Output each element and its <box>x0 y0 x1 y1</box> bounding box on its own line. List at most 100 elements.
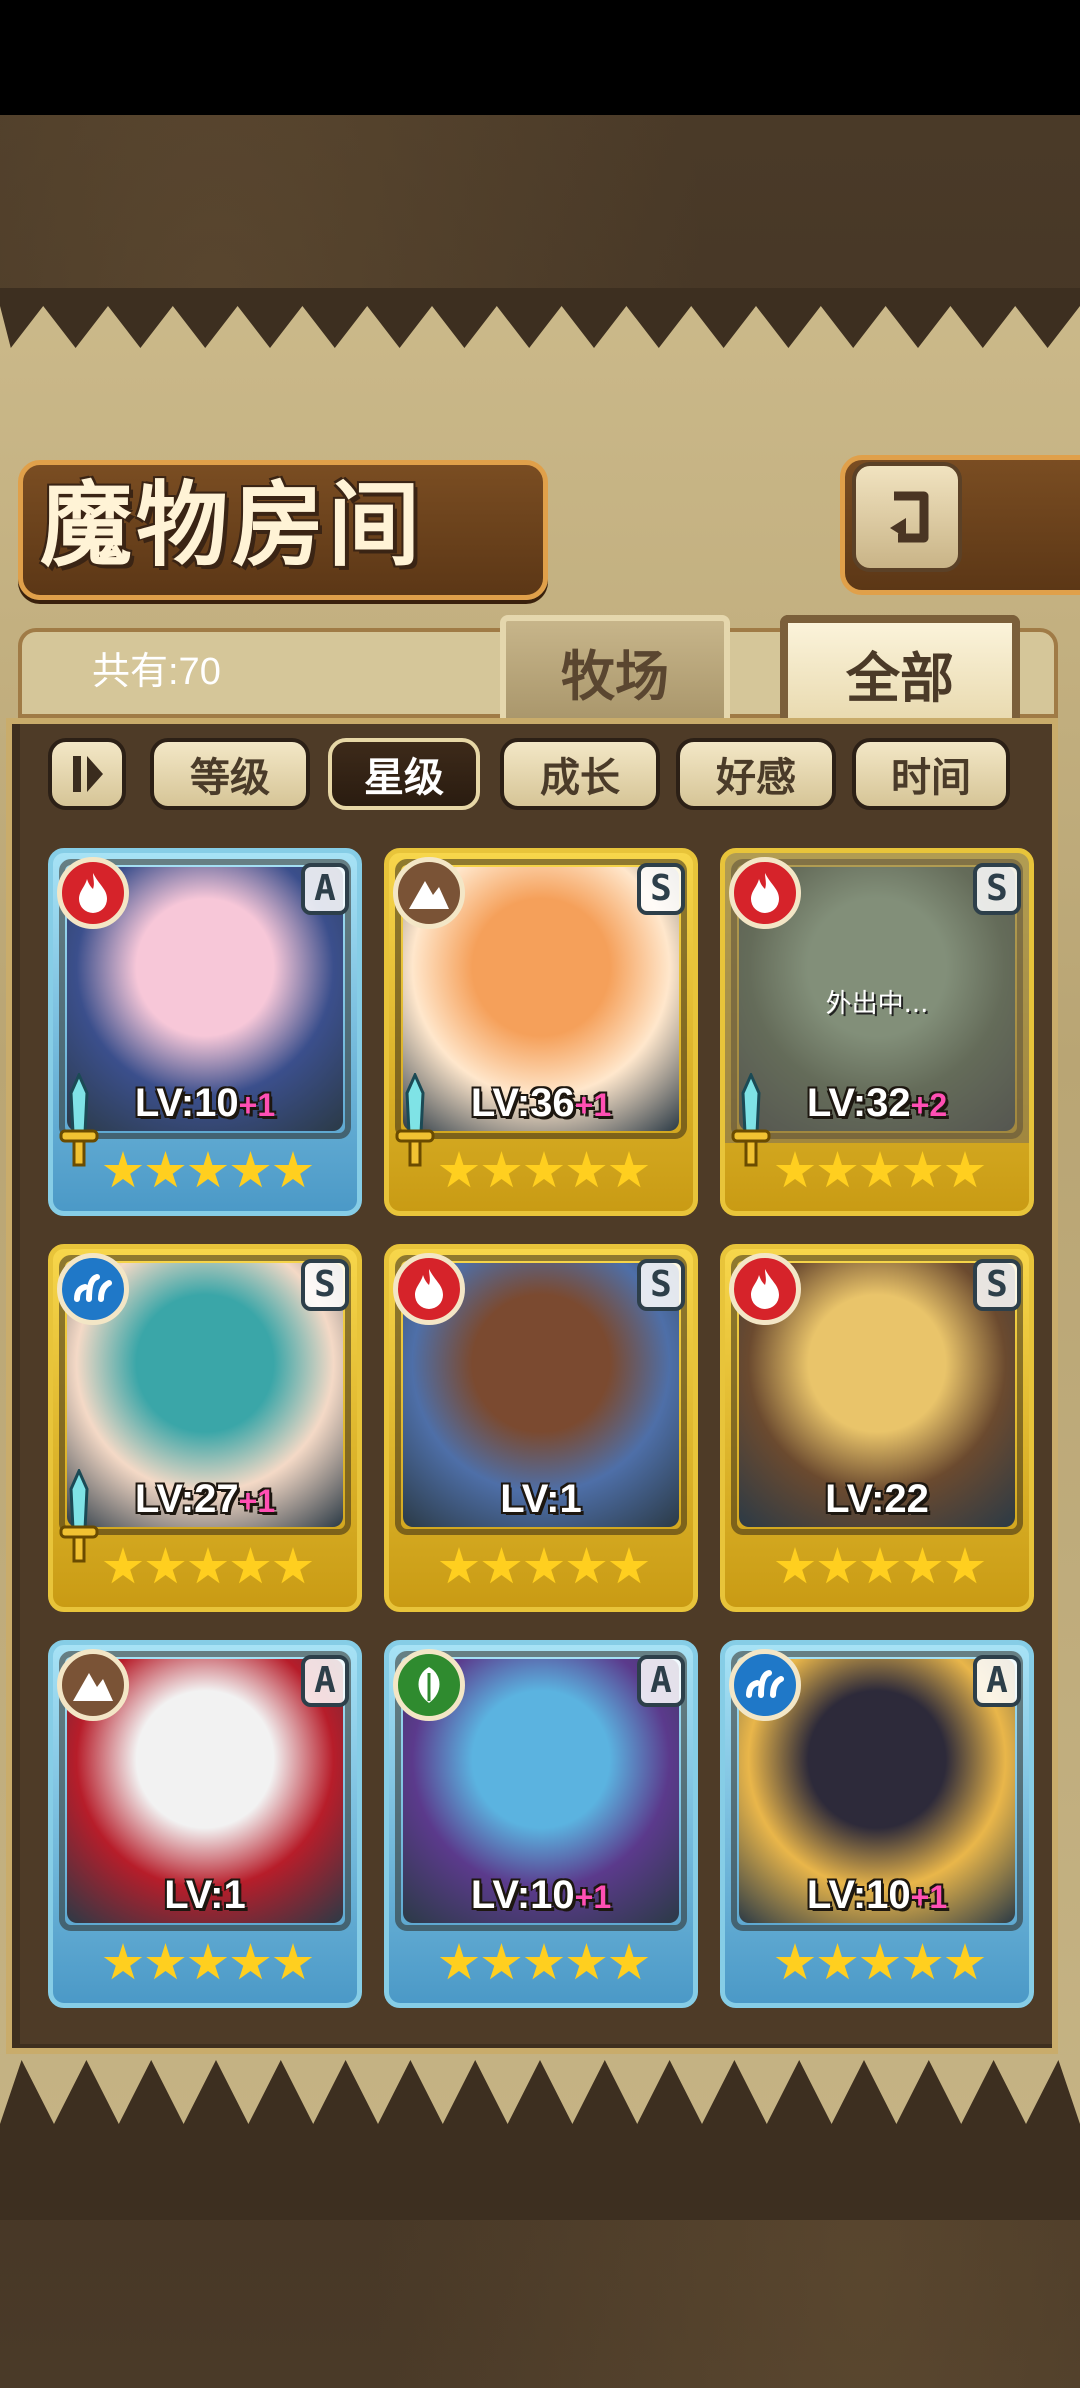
level-bonus: +2 <box>910 1087 948 1123</box>
star-icon <box>524 1547 564 1584</box>
earth-element-icon <box>57 1649 129 1721</box>
star-icon <box>231 1547 270 1584</box>
star-icon <box>103 1943 143 1980</box>
star-icon <box>146 1943 185 1980</box>
sort-level-button[interactable]: 等级 <box>150 738 310 810</box>
star-rating <box>103 1539 313 1597</box>
sort-growth-button[interactable]: 成长 <box>500 738 660 810</box>
star-icon <box>567 1151 606 1188</box>
sort-affection-button[interactable]: 好感 <box>676 738 836 810</box>
star-icon <box>482 1151 521 1188</box>
star-icon <box>103 1151 143 1188</box>
rank-badge: A <box>637 1655 685 1707</box>
monster-level: LV:1 <box>389 1477 693 1522</box>
star-icon <box>439 1943 479 1980</box>
monster-level: LV:27+1 <box>53 1477 357 1522</box>
monster-card[interactable]: A LV:10+1 <box>384 1640 698 2008</box>
star-icon <box>945 1547 985 1584</box>
star-icon <box>146 1547 185 1584</box>
level-bonus: +1 <box>574 1879 612 1915</box>
monster-card[interactable]: S LV:36+1 <box>384 848 698 1216</box>
star-icon <box>609 1547 649 1584</box>
water-element-icon <box>729 1649 801 1721</box>
rank-badge: A <box>973 1655 1021 1707</box>
monster-level: LV:10+1 <box>725 1873 1029 1918</box>
star-icon <box>775 1151 815 1188</box>
level-bonus: +1 <box>910 1879 948 1915</box>
level-bonus: +1 <box>238 1087 276 1123</box>
level-text: LV:10 <box>470 1873 575 1917</box>
star-rating <box>103 1143 313 1201</box>
level-text: LV:10 <box>806 1873 911 1917</box>
star-icon <box>818 1151 857 1188</box>
rank-badge: A <box>301 1655 349 1707</box>
monster-level: LV:22 <box>725 1477 1029 1522</box>
star-icon <box>524 1151 564 1188</box>
sort-time-button[interactable]: 时间 <box>852 738 1010 810</box>
star-icon <box>567 1943 606 1980</box>
rank-badge: S <box>973 1259 1021 1311</box>
level-text: LV:27 <box>134 1477 239 1521</box>
star-icon <box>439 1547 479 1584</box>
pause-toggle-icon <box>73 756 103 792</box>
star-icon <box>903 1151 942 1188</box>
star-icon <box>188 1547 228 1584</box>
monster-card[interactable]: S LV:27+1 <box>48 1244 362 1612</box>
star-icon <box>860 1943 900 1980</box>
tab-farm[interactable]: 牧场 <box>500 615 730 725</box>
star-icon <box>945 1151 985 1188</box>
tab-all[interactable]: 全部 <box>780 615 1020 725</box>
page-title: 魔物房间 <box>40 471 425 579</box>
rank-badge: S <box>973 863 1021 915</box>
star-icon <box>482 1943 521 1980</box>
star-icon <box>524 1943 564 1980</box>
monster-card[interactable]: A LV:1 <box>48 1640 362 2008</box>
star-rating <box>775 1539 985 1597</box>
star-icon <box>567 1547 606 1584</box>
level-text: LV:1 <box>500 1477 582 1521</box>
star-icon <box>273 1547 313 1584</box>
star-icon <box>860 1151 900 1188</box>
wood-element-icon <box>393 1649 465 1721</box>
fire-element-icon <box>729 1253 801 1325</box>
level-bonus: +1 <box>574 1087 612 1123</box>
star-icon <box>609 1151 649 1188</box>
level-bonus: +1 <box>238 1483 276 1519</box>
rank-badge: S <box>637 1259 685 1311</box>
monster-card[interactable]: 外出中... S LV:32+2 <box>720 848 1034 1216</box>
star-icon <box>231 1943 270 1980</box>
star-icon <box>482 1547 521 1584</box>
sort-stars-button[interactable]: 星级 <box>328 738 480 810</box>
earth-element-icon <box>393 857 465 929</box>
board-bottom-edge <box>0 2060 1080 2220</box>
star-icon <box>903 1547 942 1584</box>
level-text: LV:22 <box>825 1477 929 1521</box>
fire-element-icon <box>393 1253 465 1325</box>
star-rating <box>439 1935 649 1993</box>
monster-count: 共有:70 <box>92 651 221 693</box>
back-button[interactable] <box>852 462 962 572</box>
away-status-text: 外出中... <box>825 989 929 1019</box>
rank-badge: A <box>301 863 349 915</box>
star-icon <box>273 1151 313 1188</box>
star-icon <box>860 1547 900 1584</box>
star-icon <box>775 1943 815 1980</box>
monster-level: LV:10+1 <box>53 1081 357 1126</box>
star-icon <box>775 1547 815 1584</box>
star-icon <box>903 1943 942 1980</box>
star-rating <box>775 1143 985 1201</box>
monster-card[interactable]: S LV:22 <box>720 1244 1034 1612</box>
monster-level: LV:10+1 <box>389 1873 693 1918</box>
monster-card[interactable]: A LV:10+1 <box>48 848 362 1216</box>
sort-order-toggle[interactable] <box>48 738 126 810</box>
water-element-icon <box>57 1253 129 1325</box>
star-icon <box>188 1943 228 1980</box>
star-icon <box>439 1151 479 1188</box>
monster-card[interactable]: S LV:1 <box>384 1244 698 1612</box>
level-text: LV:32 <box>806 1081 911 1125</box>
return-arrow-icon <box>890 491 929 543</box>
fire-element-icon <box>729 857 801 929</box>
star-icon <box>188 1151 228 1188</box>
star-icon <box>818 1547 857 1584</box>
monster-card[interactable]: A LV:10+1 <box>720 1640 1034 2008</box>
